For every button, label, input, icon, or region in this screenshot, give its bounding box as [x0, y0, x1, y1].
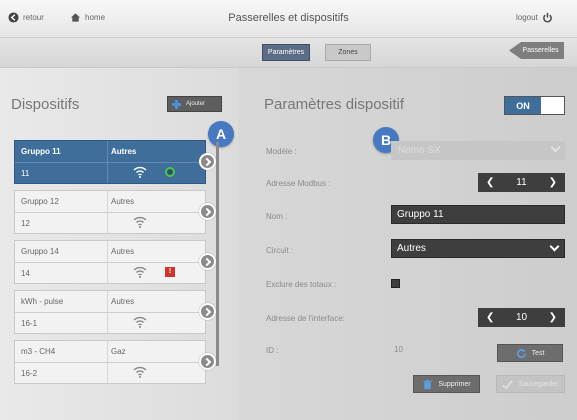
modbus-label: Adresse Modbus :: [266, 179, 331, 188]
modbus-value: 11: [516, 177, 527, 188]
device-id: 16-1: [21, 319, 38, 328]
id-value: 10: [394, 345, 403, 354]
chevron-right-icon[interactable]: [199, 303, 216, 320]
device-name: m3 - CH4: [21, 347, 56, 356]
power-icon: [542, 12, 552, 23]
chevron-right-icon[interactable]: [199, 203, 216, 220]
device-item[interactable]: Gruppo 14 Autres 14 !: [14, 240, 216, 284]
device-name: Gruppo 12: [21, 197, 59, 206]
delete-label: Supprimer: [438, 380, 471, 388]
interface-value: 10: [515, 312, 528, 323]
device-id: 16-2: [21, 369, 38, 378]
plus-icon: [172, 99, 181, 109]
interface-stepper[interactable]: ❮ 10 ❯: [478, 308, 565, 327]
status-error-icon: !: [165, 267, 175, 277]
decrement-icon[interactable]: ❮: [486, 177, 494, 188]
trash-icon: [423, 379, 432, 389]
row-divider: [15, 262, 205, 263]
exclure-checkbox[interactable]: [391, 279, 400, 288]
device-name: Gruppo 11: [21, 147, 61, 156]
row-divider: [15, 212, 205, 213]
test-label: Test: [531, 349, 545, 357]
device-type: Autres: [111, 297, 135, 306]
device-item[interactable]: kWh - pulse Autres 16-1: [14, 290, 216, 334]
toggle-on-label: ON: [505, 97, 541, 114]
exclure-label: Exclure des totaux :: [266, 280, 337, 289]
refresh-icon: [516, 348, 526, 358]
decrement-icon[interactable]: ❮: [486, 312, 494, 323]
logout-label: logout: [516, 13, 538, 22]
on-off-toggle[interactable]: ON: [504, 96, 565, 115]
device-type: Autres: [111, 197, 135, 206]
add-label: Ajouter: [186, 101, 206, 107]
device-name: kWh - pulse: [21, 297, 64, 306]
tab-zones[interactable]: Zones: [325, 44, 371, 61]
device-id: 12: [21, 219, 30, 228]
chevron-right-icon[interactable]: [199, 353, 216, 370]
save-button[interactable]: Sauvegarder: [496, 375, 565, 393]
nom-input[interactable]: Gruppo 11: [391, 205, 565, 224]
devices-title: Dispositifs: [11, 96, 80, 113]
circuit-select[interactable]: Autres: [391, 239, 565, 258]
increment-icon[interactable]: ❯: [549, 312, 557, 323]
circuit-label: Circuit :: [266, 246, 294, 255]
row-divider: [15, 312, 205, 313]
page-title: Passerelles et dispositifs: [228, 12, 349, 24]
modele-value: Nemo SX: [398, 145, 441, 156]
list-scrollbar[interactable]: [216, 142, 219, 366]
id-label: ID :: [266, 346, 279, 355]
device-type: Autres: [111, 147, 137, 156]
device-id: 11: [21, 169, 30, 178]
increment-icon[interactable]: ❯: [549, 177, 557, 188]
device-item[interactable]: m3 - CH4 Gaz 16-2: [14, 340, 216, 384]
device-item[interactable]: Gruppo 12 Autres 12: [14, 190, 216, 234]
modbus-stepper[interactable]: ❮ 11 ❯: [478, 173, 565, 192]
interface-label: Adresse de l'interface:: [266, 314, 345, 323]
circuit-value: Autres: [397, 243, 426, 254]
nom-label: Nom :: [266, 212, 288, 221]
device-name: Gruppo 14: [21, 247, 59, 256]
chevron-down-icon: [549, 241, 560, 252]
row-divider: [15, 362, 205, 363]
modele-select: Nemo SX: [391, 141, 565, 160]
chevron-down-icon: [550, 142, 561, 153]
save-icon: [502, 379, 514, 389]
add-device-button[interactable]: Ajouter: [167, 96, 222, 112]
wifi-icon: [133, 216, 147, 228]
nom-value: Gruppo 11: [397, 209, 444, 220]
chevron-right-icon[interactable]: [199, 153, 216, 170]
wifi-icon: [133, 316, 147, 328]
wifi-icon: [133, 366, 147, 378]
test-button[interactable]: Test: [497, 344, 563, 362]
device-type: Autres: [111, 247, 135, 256]
callout-badge-a: A: [208, 121, 234, 147]
wifi-icon: [133, 166, 147, 178]
top-bar: retour home Passerelles et dispositifs l…: [0, 0, 577, 38]
tab-parametres[interactable]: Paramètres: [262, 44, 310, 61]
save-label: Sauvegarder: [518, 380, 559, 388]
wifi-icon: [133, 266, 147, 278]
device-type: Gaz: [111, 347, 126, 356]
logout-button[interactable]: logout: [516, 12, 553, 23]
device-id: 14: [21, 269, 30, 278]
settings-title: Paramètres dispositif: [264, 96, 405, 113]
device-item[interactable]: Gruppo 11 Autres 11: [14, 140, 216, 184]
row-divider: [15, 162, 205, 163]
modele-label: Modèle :: [266, 147, 297, 156]
chevron-right-icon[interactable]: [199, 253, 216, 270]
delete-button[interactable]: Supprimer: [413, 375, 480, 393]
status-ok-icon: [165, 167, 175, 177]
